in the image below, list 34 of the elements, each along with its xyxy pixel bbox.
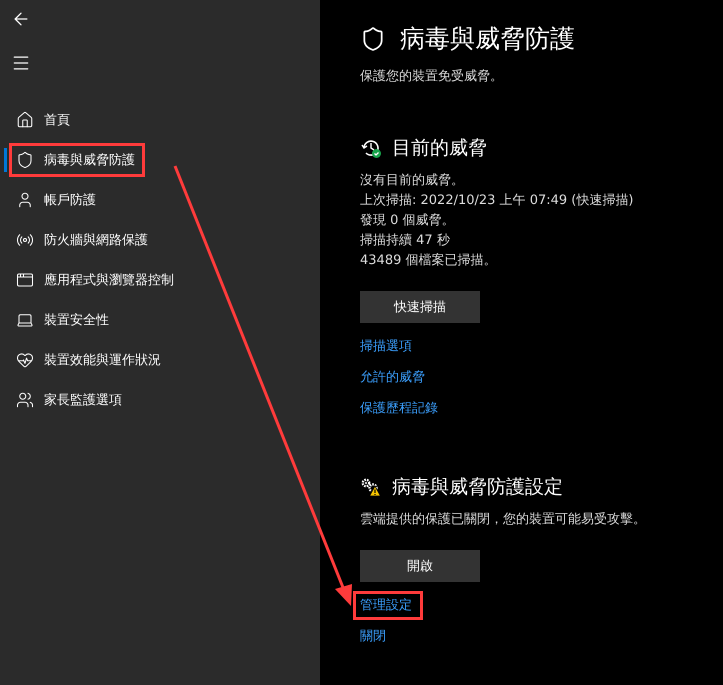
link[interactable]: 允許的威脅 (356, 366, 446, 389)
link[interactable]: 管理設定 (356, 594, 420, 617)
gear-warning-icon (360, 477, 382, 497)
status-text: 掃描持續 47 秒 (360, 232, 451, 250)
sidebar-item[interactable]: 帳戶防護 (11, 185, 104, 215)
status-text: 43489 個檔案已掃描。 (360, 252, 498, 270)
nav-icon (16, 231, 34, 249)
sidebar-item[interactable]: 家長監護選項 (11, 385, 130, 415)
sidebar-item[interactable]: 裝置效能與運作狀況 (11, 345, 169, 375)
sidebar-item[interactable]: 首頁 (11, 105, 78, 135)
nav-icon (16, 391, 34, 409)
section-heading: 目前的威脅 (392, 136, 487, 161)
nav-icon (16, 151, 34, 169)
nav-icon (16, 311, 34, 329)
nav-icon (16, 191, 34, 209)
page-title: 病毒與威脅防護 (400, 23, 575, 55)
link[interactable]: 掃描選項 (356, 335, 446, 358)
action-button[interactable]: 快速掃描 (360, 291, 480, 323)
sidebar-item[interactable]: 應用程式與瀏覽器控制 (11, 265, 182, 295)
page-subtitle: 保護您的裝置免受威脅。 (360, 68, 504, 85)
status-text: 發現 0 個威脅。 (360, 212, 456, 230)
nav-icon (16, 351, 34, 369)
sidebar-item[interactable]: 裝置安全性 (11, 305, 117, 335)
link[interactable]: 保護歷程記錄 (356, 397, 446, 420)
section-heading: 病毒與威脅防護設定 (392, 475, 563, 500)
nav-icon (16, 271, 34, 289)
nav-icon (16, 111, 34, 129)
status-text: 雲端提供的保護已關閉，您的裝置可能易受攻擊。 (360, 511, 646, 529)
status-text: 沒有目前的威脅。 (360, 172, 465, 190)
sidebar-item[interactable]: 病毒與威脅防護 (11, 145, 143, 175)
action-button[interactable]: 開啟 (360, 550, 480, 582)
status-text: 上次掃描: 2022/10/23 上午 07:49 (快速掃描) (360, 192, 634, 210)
sidebar-item[interactable]: 防火牆與網路保護 (11, 225, 156, 255)
link[interactable]: 關閉 (356, 625, 420, 648)
